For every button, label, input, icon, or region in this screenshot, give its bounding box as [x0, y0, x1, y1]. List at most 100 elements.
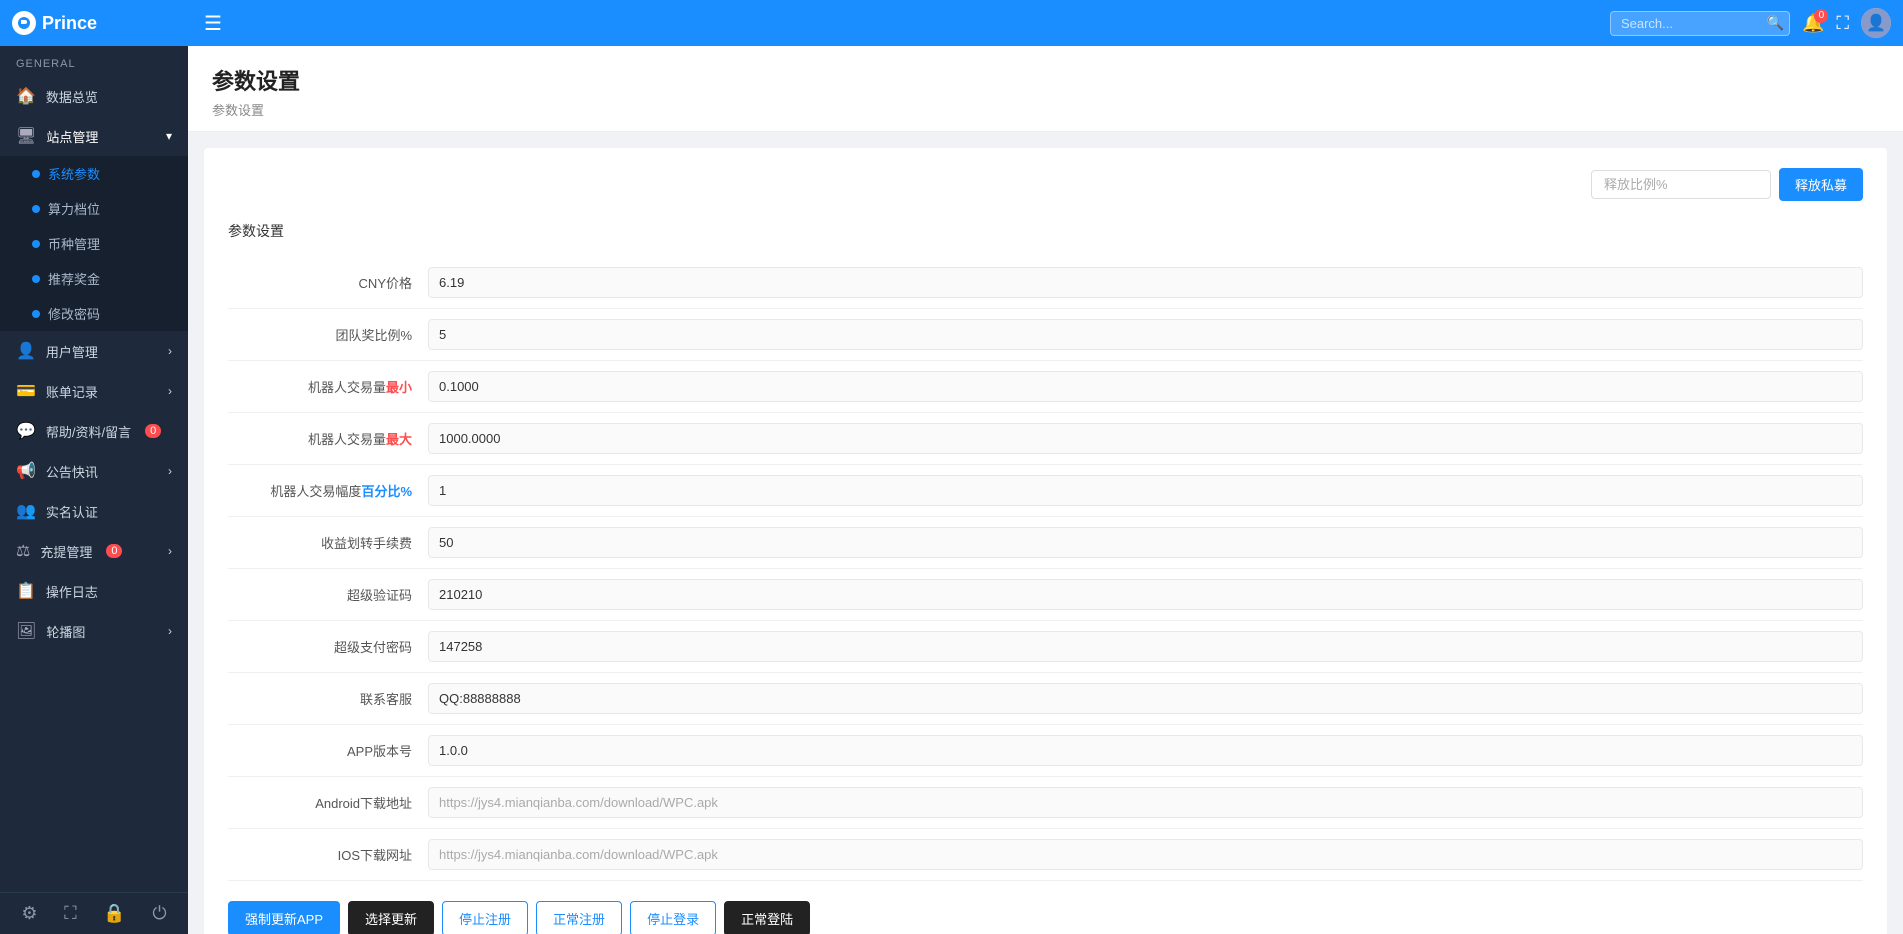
form-row-ios-url: IOS下载网址: [228, 829, 1863, 881]
main-card: 释放私募 参数设置 CNY价格 团队奖比例% 机器人交易量最小 机器人交易量最大: [204, 148, 1887, 934]
label-transfer-fee: 收益划转手续费: [228, 533, 428, 552]
input-cny[interactable]: [428, 267, 1863, 298]
select-update-button[interactable]: 选择更新: [348, 901, 434, 934]
input-robot-percent[interactable]: [428, 475, 1863, 506]
sidebar-bottom: ⚙ ⛶ 🔒 ⏻: [0, 892, 188, 934]
sidebar-item-recharge[interactable]: ⚖ 充提管理 0 ›: [0, 531, 188, 571]
sidebar-item-real-name[interactable]: 👥 实名认证: [0, 491, 188, 531]
content-area: 参数设置 参数设置 释放私募 参数设置 CNY价格 团队奖比例% 机器人交易量最…: [188, 46, 1903, 934]
sidebar: GENERAL 🏠 数据总览 🖥 站点管理 ▾ 系统参数 算力档位 币种管理: [0, 46, 188, 934]
sidebar-item-announcement[interactable]: 📢 公告快讯 ›: [0, 451, 188, 491]
sidebar-item-user-management[interactable]: 👤 用户管理 ›: [0, 331, 188, 371]
search-box: 🔍: [1610, 11, 1790, 36]
input-super-code[interactable]: [428, 579, 1863, 610]
dot-icon: [32, 205, 40, 213]
input-app-version[interactable]: [428, 735, 1863, 766]
form-section-title: 参数设置: [228, 221, 1863, 241]
log-icon: 📋: [16, 581, 36, 601]
sidebar-label-dashboard: 数据总览: [46, 87, 98, 106]
release-row: 释放私募: [228, 168, 1863, 201]
form-row-transfer-fee: 收益划转手续费: [228, 517, 1863, 569]
submenu-currency-management[interactable]: 币种管理: [0, 226, 188, 261]
chevron-right-icon: ›: [168, 544, 172, 558]
sidebar-label-carousel: 轮播图: [46, 622, 85, 641]
dot-icon: [32, 275, 40, 283]
stop-login-button[interactable]: 停止登录: [630, 901, 716, 934]
announcement-icon: 📢: [16, 461, 36, 481]
sidebar-label-real-name: 实名认证: [46, 502, 98, 521]
power-icon-button[interactable]: ⏻: [152, 903, 166, 924]
help-badge: 0: [145, 424, 161, 438]
expand-button[interactable]: ⛶: [1836, 13, 1849, 34]
label-team-ratio: 团队奖比例%: [228, 325, 428, 344]
submenu-system-params[interactable]: 系统参数: [0, 156, 188, 191]
header-left: Prince ☰: [12, 11, 222, 36]
input-team-ratio[interactable]: [428, 319, 1863, 350]
chevron-right-icon: ›: [168, 464, 172, 478]
sidebar-item-account-records[interactable]: 💳 账单记录 ›: [0, 371, 188, 411]
sidebar-item-operation-log[interactable]: 📋 操作日志: [0, 571, 188, 611]
label-super-pay: 超级支付密码: [228, 637, 428, 656]
sidebar-item-site-management[interactable]: 🖥 站点管理 ▾: [0, 116, 188, 156]
label-robot-max: 机器人交易量最大: [228, 429, 428, 448]
breadcrumb: 参数设置: [212, 100, 1879, 119]
hamburger-button[interactable]: ☰: [204, 11, 222, 36]
logo: Prince: [12, 11, 192, 35]
header: Prince ☰ 🔍 🔔 0 ⛶ 👤: [0, 0, 1903, 46]
search-input[interactable]: [1610, 11, 1790, 36]
submenu-label-system-params: 系统参数: [48, 164, 100, 183]
submenu-label-referral: 推荐奖金: [48, 269, 100, 288]
submenu-hashrate-gear[interactable]: 算力档位: [0, 191, 188, 226]
chevron-down-icon: ▾: [166, 129, 172, 143]
balance-icon: ⚖: [16, 541, 30, 561]
sidebar-label-operation-log: 操作日志: [46, 582, 98, 601]
input-robot-min[interactable]: [428, 371, 1863, 402]
id-icon: 👥: [16, 501, 36, 521]
form-row-super-pay: 超级支付密码: [228, 621, 1863, 673]
notification-button[interactable]: 🔔 0: [1802, 13, 1824, 34]
logo-icon: [12, 11, 36, 35]
sidebar-item-dashboard[interactable]: 🏠 数据总览: [0, 76, 188, 116]
card-icon: 💳: [16, 381, 36, 401]
stop-register-button[interactable]: 停止注册: [442, 901, 528, 934]
normal-login-button[interactable]: 正常登陆: [724, 901, 810, 934]
form-row-customer-service: 联系客服: [228, 673, 1863, 725]
submenu-site-management: 系统参数 算力档位 币种管理 推荐奖金 修改密码: [0, 156, 188, 331]
input-android-url[interactable]: [428, 787, 1863, 818]
page-title: 参数设置: [212, 64, 1879, 96]
sidebar-item-help[interactable]: 💬 帮助/资料/留言 0: [0, 411, 188, 451]
force-update-button[interactable]: 强制更新APP: [228, 901, 340, 934]
submenu-change-password[interactable]: 修改密码: [0, 296, 188, 331]
sidebar-label-help: 帮助/资料/留言: [46, 422, 131, 441]
submenu-referral-bonus[interactable]: 推荐奖金: [0, 261, 188, 296]
avatar[interactable]: 👤: [1861, 8, 1891, 38]
sidebar-section-label: GENERAL: [0, 46, 188, 76]
label-cny: CNY价格: [228, 273, 428, 292]
input-transfer-fee[interactable]: [428, 527, 1863, 558]
input-ios-url[interactable]: [428, 839, 1863, 870]
normal-register-button[interactable]: 正常注册: [536, 901, 622, 934]
settings-icon-button[interactable]: ⚙: [21, 903, 37, 924]
lock-icon-button[interactable]: 🔒: [103, 903, 125, 924]
search-button[interactable]: 🔍: [1767, 15, 1784, 32]
action-buttons-row: 强制更新APP 选择更新 停止注册 正常注册 停止登录 正常登陆: [228, 901, 1863, 934]
release-ratio-input[interactable]: [1591, 170, 1771, 199]
image-icon: 🖼: [16, 621, 36, 641]
submenu-label-hashrate: 算力档位: [48, 199, 100, 218]
app-name: Prince: [42, 13, 97, 34]
sidebar-label-recharge: 充提管理: [40, 542, 92, 561]
release-private-button[interactable]: 释放私募: [1779, 168, 1863, 201]
sidebar-item-carousel[interactable]: 🖼 轮播图 ›: [0, 611, 188, 651]
chevron-right-icon: ›: [168, 384, 172, 398]
sidebar-label-account-records: 账单记录: [46, 382, 98, 401]
header-right: 🔍 🔔 0 ⛶ 👤: [1610, 8, 1891, 38]
submenu-label-currency: 币种管理: [48, 234, 100, 253]
chevron-right-icon: ›: [168, 624, 172, 638]
grid-icon-button[interactable]: ⛶: [64, 903, 77, 924]
sidebar-label-site-management: 站点管理: [46, 127, 98, 146]
label-ios-url: IOS下载网址: [228, 845, 428, 864]
label-customer-service: 联系客服: [228, 689, 428, 708]
input-robot-max[interactable]: [428, 423, 1863, 454]
input-customer-service[interactable]: [428, 683, 1863, 714]
input-super-pay[interactable]: [428, 631, 1863, 662]
